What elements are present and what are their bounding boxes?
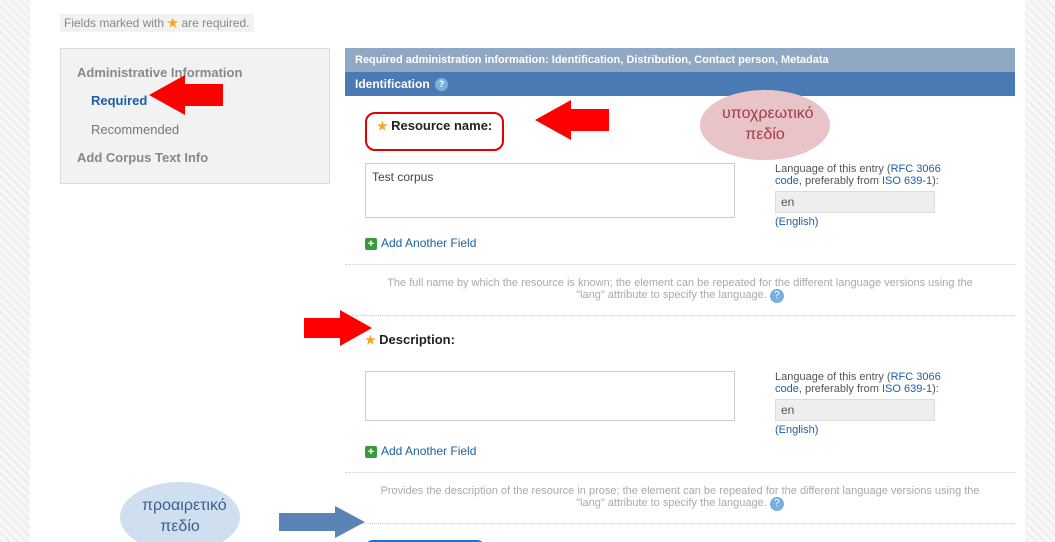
sidebar-heading-admin: Administrative Information (61, 59, 329, 86)
language-entry-block: Language of this entry (RFC 3066 code, p… (775, 371, 955, 436)
required-fields-note: Fields marked with ★ are required. (60, 14, 254, 32)
iso-link[interactable]: ISO 639-1 (882, 175, 932, 187)
admin-info-bar: Required administration information: Ide… (345, 48, 1015, 72)
add-another-field-button[interactable]: +Add Another Field (365, 444, 995, 458)
help-icon[interactable]: ? (770, 497, 784, 511)
star-icon: ★ (377, 119, 388, 133)
help-icon[interactable]: ? (770, 289, 784, 303)
arrow-icon (535, 100, 571, 140)
help-text-description: Provides the description of the resource… (345, 473, 1015, 524)
resource-name-input[interactable] (365, 163, 735, 218)
help-icon[interactable]: ? (435, 78, 448, 91)
arrow-icon (149, 75, 185, 115)
language-name: (English) (775, 216, 955, 228)
description-input[interactable] (365, 371, 735, 421)
callout-optional-field: προαιρετικό πεδίο (120, 482, 240, 542)
section-resource-name: ★ Resource name: Language of this entry … (345, 96, 1015, 265)
sidebar-heading-corpus[interactable]: Add Corpus Text Info (61, 144, 329, 171)
resource-name-label: ★ Resource name: (365, 112, 504, 151)
description-label: ★ Description: (365, 332, 995, 359)
plus-icon: + (365, 446, 377, 458)
iso-link[interactable]: ISO 639-1 (882, 383, 932, 395)
identification-bar[interactable]: Identification ? (345, 72, 1015, 96)
callout-mandatory-field: υποχρεωτικό πεδίο (700, 90, 830, 160)
language-name: (English) (775, 424, 955, 436)
form-panel: Required administration information: Ide… (345, 48, 1015, 542)
sidebar-nav: Administrative Information Required Reco… (60, 48, 330, 184)
section-description: ★ Description: Language of this entry (R… (345, 316, 1015, 473)
plus-icon: + (365, 238, 377, 250)
help-text-resource-name: The full name by which the resource is k… (345, 265, 1015, 316)
add-another-field-button[interactable]: +Add Another Field (365, 236, 995, 250)
language-code-input[interactable] (775, 191, 935, 213)
language-code-input[interactable] (775, 399, 935, 421)
section-resource-short-name: Resource short name: +Add Another Field (345, 524, 1015, 542)
arrow-icon (335, 506, 365, 538)
star-icon: ★ (167, 16, 178, 30)
sidebar-item-recommended[interactable]: Recommended (61, 115, 329, 144)
arrow-icon (340, 310, 372, 346)
language-entry-block: Language of this entry (RFC 3066 code, p… (775, 163, 955, 228)
